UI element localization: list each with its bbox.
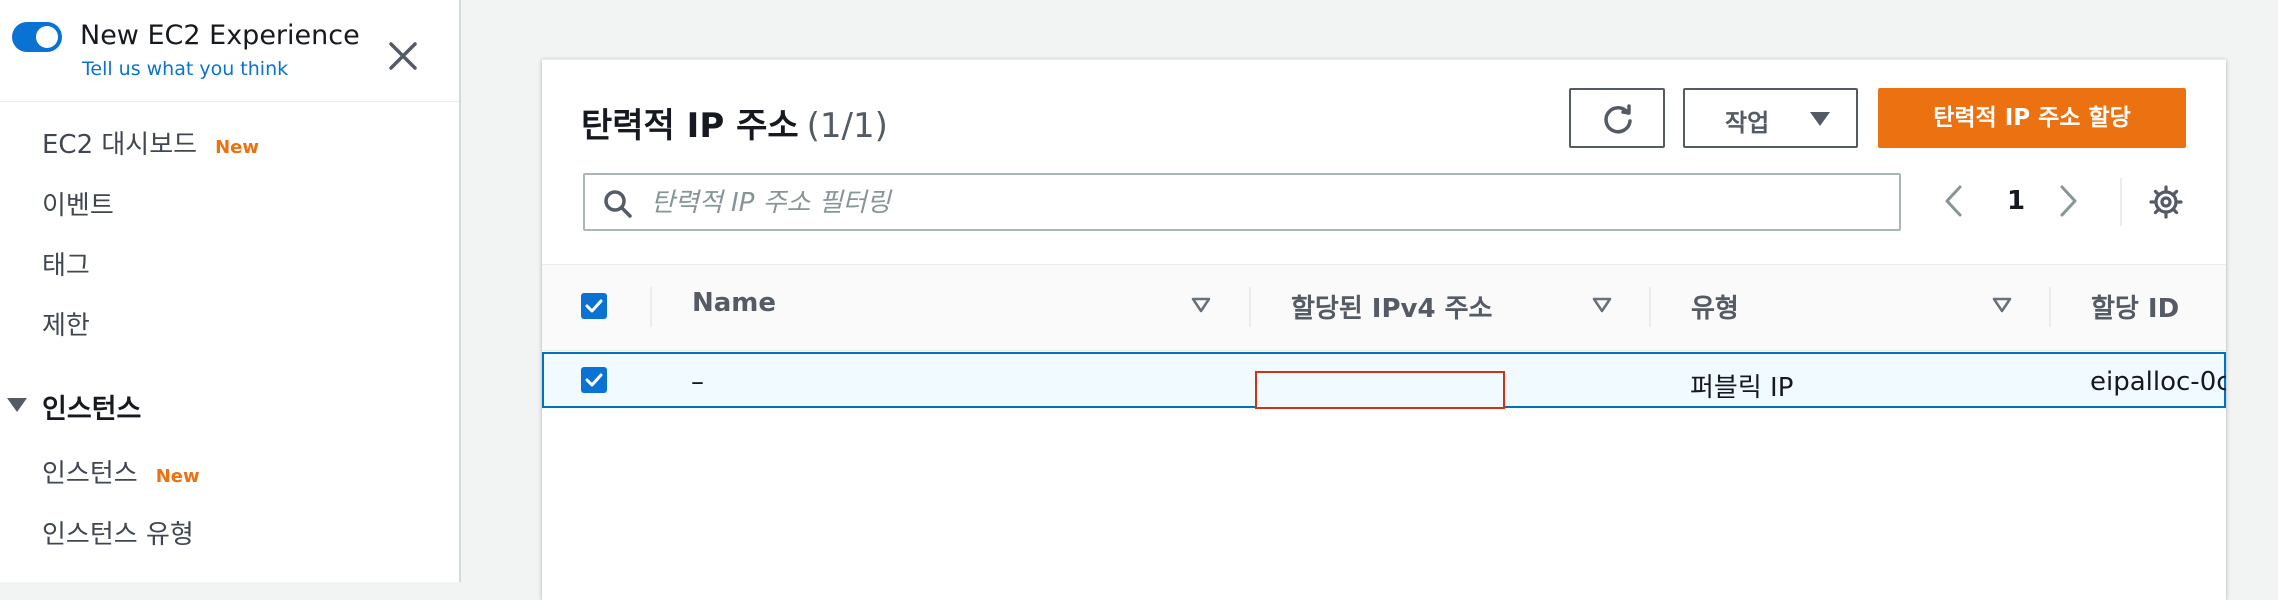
column-separator (650, 287, 652, 327)
sort-icon[interactable] (1992, 297, 2012, 313)
filter-input[interactable] (649, 183, 1883, 223)
current-page-number[interactable]: 1 (2007, 186, 2025, 216)
sort-icon[interactable] (1592, 297, 1612, 313)
nav-section-label: 인스턴스 (42, 394, 142, 425)
filter-search (583, 173, 1901, 231)
column-header-ipv4[interactable]: 할당된 IPv4 주소 (1291, 288, 1492, 325)
table-header: Name 할당된 IPv4 주소 유형 할당 ID (542, 264, 2226, 351)
gear-icon[interactable] (2148, 184, 2184, 220)
nav-item-label: 인스턴스 (42, 459, 138, 489)
cell-ipv4-redacted (1255, 371, 1505, 409)
actions-label: 작업 (1725, 109, 1770, 137)
new-experience-toggle[interactable] (12, 22, 62, 52)
close-icon[interactable] (385, 38, 421, 74)
column-header-name[interactable]: Name (692, 288, 776, 318)
refresh-icon (1604, 104, 1632, 134)
nav-item-limits[interactable]: 제한 (42, 305, 90, 342)
column-separator (2049, 287, 2051, 327)
cell-type: 퍼블릭 IP (1690, 373, 1794, 403)
nav-item-label: 제한 (42, 311, 90, 341)
elastic-ip-panel: 탄력적 IP 주소(1/1) 작업 탄력적 IP 주소 할당 1 (542, 59, 2226, 600)
nav-item-label: EC2 대시보드 (42, 130, 198, 160)
column-header-allocation-id[interactable]: 할당 ID (2091, 288, 2179, 325)
column-separator (1649, 287, 1651, 327)
column-separator (1249, 287, 1251, 327)
page-title: 탄력적 IP 주소 (1/1) (581, 98, 888, 147)
cell-allocation-id[interactable]: eipalloc-0c (2090, 367, 2226, 397)
caret-down-icon (7, 398, 27, 412)
nav-item-tags[interactable]: 태그 (42, 245, 90, 282)
caret-down-icon (1810, 112, 1830, 126)
new-experience-title: New EC2 Experience (80, 20, 360, 51)
nav-item-label: 이벤트 (42, 191, 114, 221)
cell-name: – (691, 367, 704, 397)
nav-item-instance-types[interactable]: 인스턴스 유형 (42, 514, 194, 551)
selection-count: (1/1) (806, 106, 888, 146)
title-text: 탄력적 IP 주소 (581, 106, 799, 146)
column-header-type[interactable]: 유형 (1691, 288, 1739, 325)
refresh-button[interactable] (1569, 88, 1665, 148)
new-experience-header: New EC2 Experience Tell us what you thin… (0, 0, 459, 102)
new-badge: New (155, 466, 200, 487)
nav-item-instances[interactable]: 인스턴스 New (42, 453, 200, 490)
checkmark-icon (585, 299, 603, 313)
previous-page-icon[interactable] (1942, 184, 1964, 218)
nav-item-label: 태그 (42, 251, 90, 281)
search-icon (604, 190, 632, 218)
sort-icon[interactable] (1191, 297, 1211, 313)
divider (2120, 178, 2122, 226)
nav-item-events[interactable]: 이벤트 (42, 185, 114, 222)
new-badge: New (215, 137, 259, 158)
nav-item-label: 인스턴스 유형 (42, 520, 194, 550)
nav-item-ec2-dashboard[interactable]: EC2 대시보드 New (42, 124, 259, 161)
row-checkbox[interactable] (581, 367, 607, 393)
sidebar: New EC2 Experience Tell us what you thin… (0, 0, 461, 582)
actions-dropdown[interactable]: 작업 (1683, 88, 1858, 148)
feedback-link[interactable]: Tell us what you think (82, 58, 288, 80)
select-all-checkbox[interactable] (581, 293, 607, 319)
allocate-elastic-ip-button[interactable]: 탄력적 IP 주소 할당 (1878, 88, 2186, 148)
toggle-knob (36, 26, 58, 48)
checkmark-icon (585, 373, 603, 387)
table-row[interactable]: – 퍼블릭 IP eipalloc-0c (542, 352, 2226, 409)
next-page-icon[interactable] (2058, 184, 2080, 218)
